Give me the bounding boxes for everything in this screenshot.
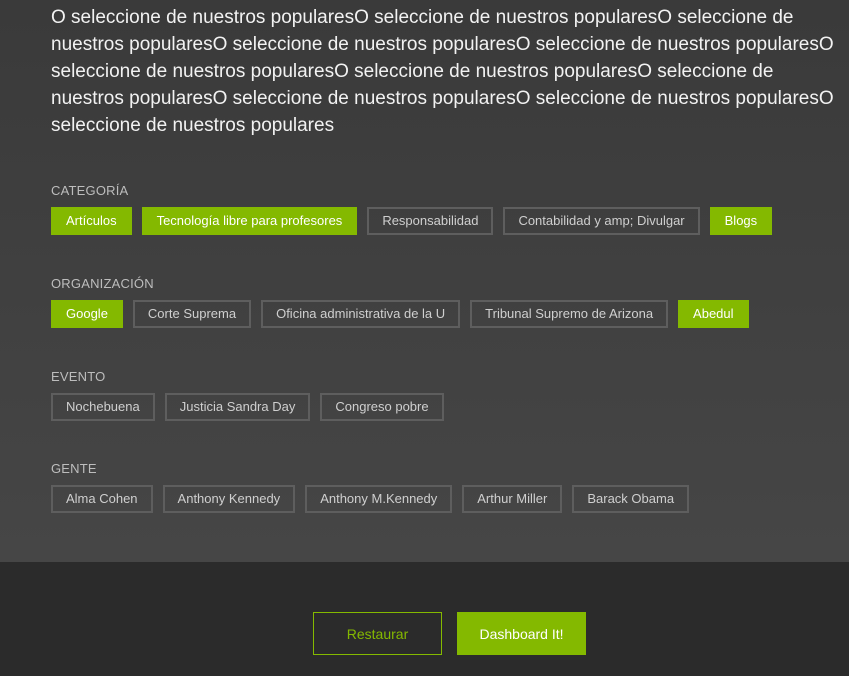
tag-categoria-2[interactable]: Responsabilidad: [367, 207, 494, 235]
people-label: GENTE: [51, 461, 97, 476]
category-label: CATEGORÍA: [51, 183, 129, 198]
organization-group: ORGANIZACIÓN Google Corte Suprema Oficin…: [51, 276, 759, 328]
filter-panel: O seleccione de nuestros popularesO sele…: [0, 0, 849, 562]
event-group: EVENTO Nochebuena Justicia Sandra Day Co…: [51, 369, 454, 421]
tag-categoria-1[interactable]: Tecnología libre para profesores: [141, 207, 358, 235]
tag-organizacion-0[interactable]: Google: [51, 300, 123, 328]
dashboard-button[interactable]: Dashboard It!: [457, 612, 586, 655]
tag-categoria-3[interactable]: Contabilidad y amp; Divulgar: [503, 207, 700, 235]
tag-gente-1[interactable]: Anthony Kennedy: [162, 485, 296, 513]
people-group: GENTE Alma Cohen Anthony Kennedy Anthony…: [51, 461, 699, 513]
event-label: EVENTO: [51, 369, 106, 384]
tag-evento-0[interactable]: Nochebuena: [51, 393, 155, 421]
footer-bar: Restaurar Dashboard It!: [0, 562, 849, 676]
tag-gente-0[interactable]: Alma Cohen: [51, 485, 153, 513]
tag-gente-4[interactable]: Barack Obama: [572, 485, 690, 513]
category-group: CATEGORÍA Artículos Tecnología libre par…: [51, 183, 782, 235]
tag-organizacion-3[interactable]: Tribunal Supremo de Arizona: [470, 300, 669, 328]
reset-button[interactable]: Restaurar: [313, 612, 442, 655]
organization-label: ORGANIZACIÓN: [51, 276, 154, 291]
intro-text: O seleccione de nuestros popularesO sele…: [51, 7, 834, 136]
tag-evento-2[interactable]: Congreso pobre: [320, 393, 444, 421]
tag-organizacion-4[interactable]: Abedul: [678, 300, 749, 328]
tag-organizacion-1[interactable]: Corte Suprema: [132, 300, 252, 328]
tag-gente-3[interactable]: Arthur Miller: [462, 485, 563, 513]
tag-organizacion-2[interactable]: Oficina administrativa de la U: [261, 300, 461, 328]
tag-gente-2[interactable]: Anthony M.Kennedy: [305, 485, 453, 513]
tag-categoria-4[interactable]: Blogs: [709, 207, 773, 235]
tag-evento-1[interactable]: Justicia Sandra Day: [164, 393, 311, 421]
tag-categoria-0[interactable]: Artículos: [51, 207, 132, 235]
